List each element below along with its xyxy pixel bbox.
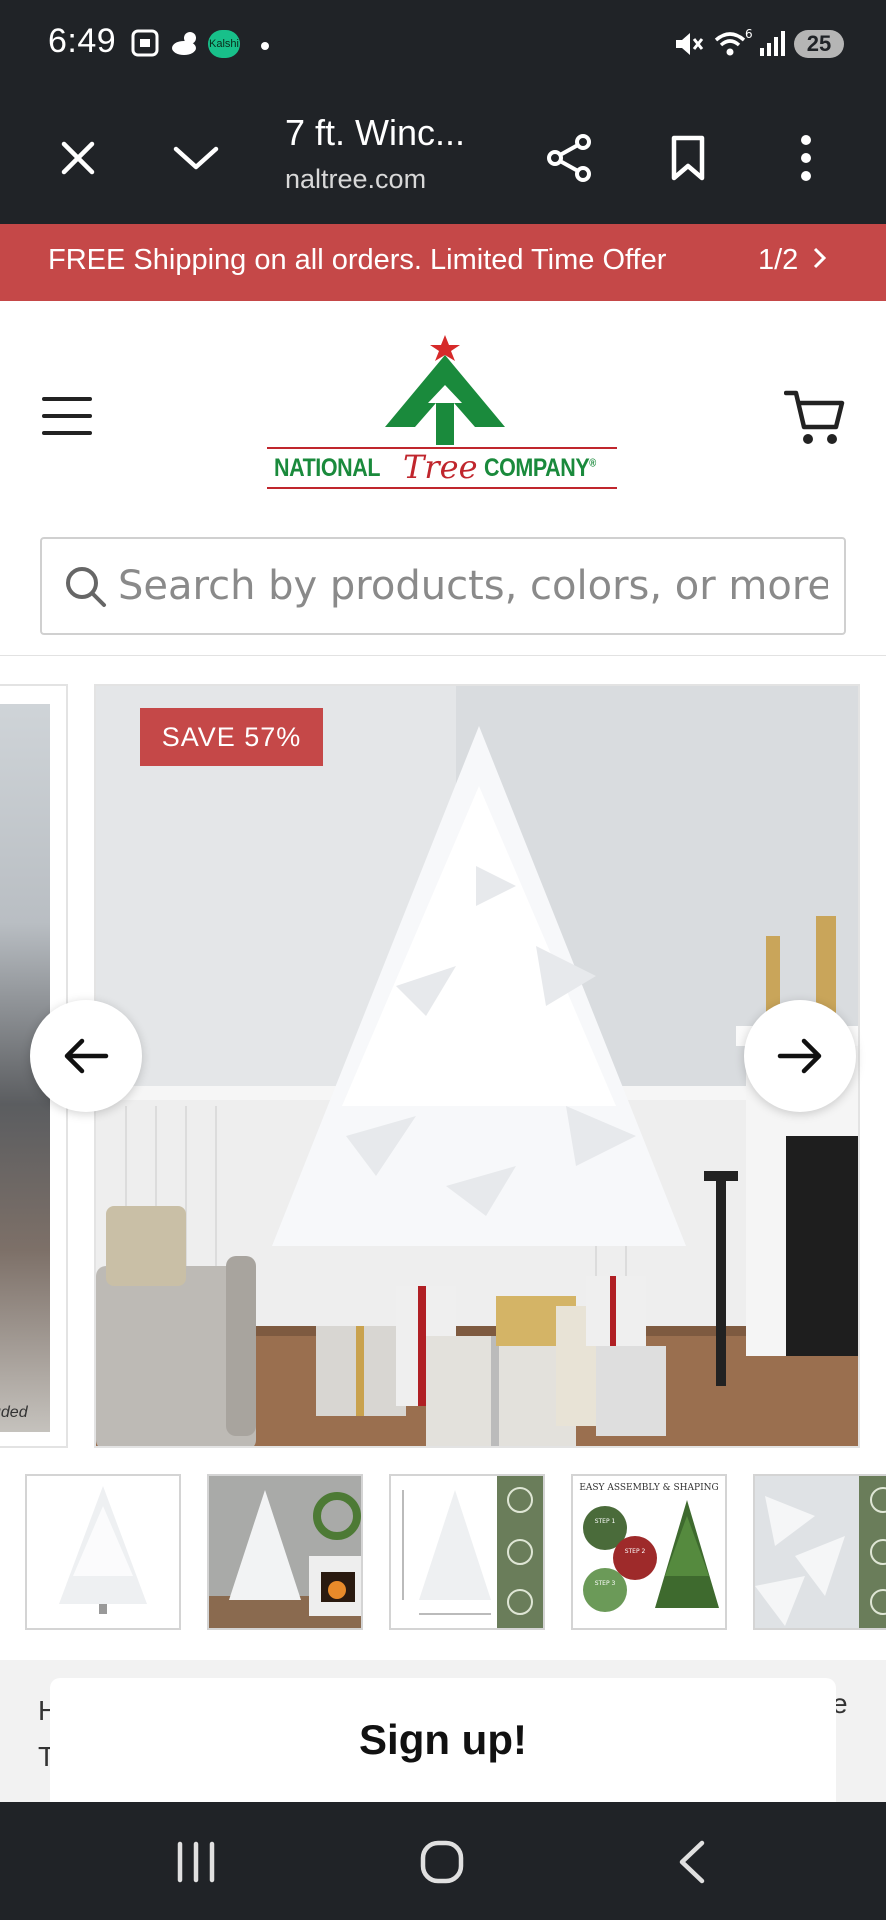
thumbnail-4[interactable]: EASY ASSEMBLY & SHAPING STEP 1 STEP 2 ST… [571,1474,727,1630]
logo-word-national: NATIONAL [274,454,381,482]
thumbnail-1[interactable] [25,1474,181,1630]
page-url[interactable]: naltree.com [285,164,426,195]
more-vert-icon[interactable] [776,128,836,188]
arrow-right-icon[interactable] [744,1000,856,1112]
close-icon[interactable] [48,128,108,188]
wifi-icon: 6 [712,27,753,65]
home-icon[interactable] [412,1836,472,1888]
product-image-carousel[interactable]: uded [0,684,886,1448]
site-header: NATIONAL Tree COMPANY® [0,301,886,656]
signup-label: Sign up! [359,1716,527,1763]
thumbnail-5[interactable] [753,1474,886,1630]
browser-toolbar: 7 ft. Winc... naltree.com [0,90,886,224]
page-title[interactable]: 7 ft. Winc... [285,112,465,154]
bookmark-icon[interactable] [658,128,718,188]
svg-text:STEP 1: STEP 1 [595,1518,616,1525]
mute-icon [672,28,704,65]
logo-word-company: COMPANY® [484,454,596,482]
hamburger-menu-icon[interactable] [42,397,94,437]
battery-icon: 25 [794,30,844,58]
promo-banner[interactable]: FREE Shipping on all orders. Limited Tim… [0,224,886,301]
below-fold-area: HT e Sign up! [0,1660,886,1802]
search-box[interactable] [40,537,846,635]
logo-word-tree: Tree [403,448,478,486]
share-icon[interactable] [540,128,600,188]
status-bar: 6:49 Kalshi 6 25 [0,0,886,90]
promo-pager[interactable]: 1/2 [758,244,828,278]
recent-apps-icon[interactable] [166,1836,226,1888]
arrow-left-icon[interactable] [30,1000,142,1112]
save-badge: SAVE 57% [140,708,323,766]
screenshot-icon [130,28,160,63]
brand-logo[interactable]: NATIONAL Tree COMPANY® [267,335,617,493]
chevron-right-icon[interactable] [812,245,828,278]
search-icon [64,565,108,614]
thumbnail-strip[interactable]: EASY ASSEMBLY & SHAPING STEP 1 STEP 2 ST… [0,1474,886,1632]
dot-icon [261,42,269,50]
weather-icon [170,28,204,63]
svg-text:6: 6 [745,28,752,41]
status-time: 6:49 [48,22,117,60]
cart-icon[interactable] [783,387,846,449]
promo-text: FREE Shipping on all orders. Limited Tim… [48,244,667,276]
search-input[interactable] [118,557,828,615]
signup-button[interactable]: Sign up! [50,1678,836,1802]
previous-slide-caption: uded [0,1404,28,1421]
back-icon[interactable] [662,1836,722,1888]
thumbnail-2[interactable] [207,1474,363,1630]
promo-pager-count: 1/2 [758,244,799,276]
system-navigation-bar [0,1802,886,1920]
thumbnail-assembly-title: EASY ASSEMBLY & SHAPING [579,1483,718,1493]
svg-text:STEP 3: STEP 3 [595,1580,616,1587]
thumbnail-3[interactable] [389,1474,545,1630]
chevron-down-icon[interactable] [166,128,226,188]
kalshi-icon: Kalshi [208,30,240,58]
signal-icon [758,28,788,63]
svg-text:STEP 2: STEP 2 [625,1548,646,1555]
